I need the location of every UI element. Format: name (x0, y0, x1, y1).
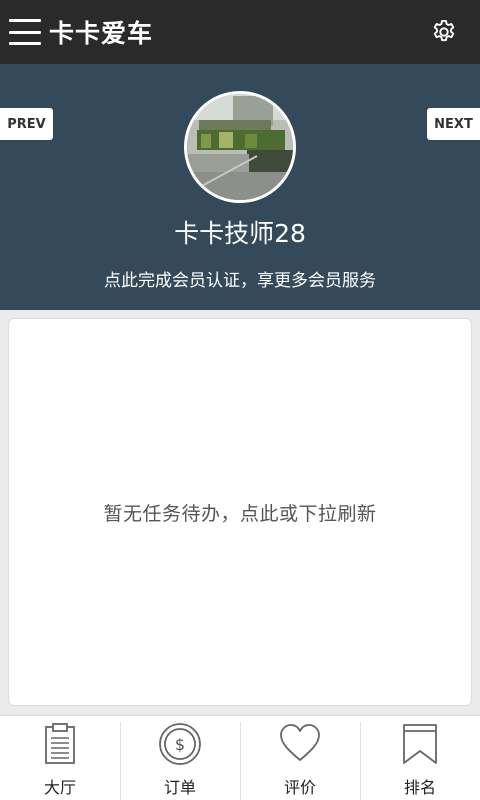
dollar-coin-icon: $ (159, 723, 201, 765)
tab-reviews[interactable]: 评价 (240, 716, 360, 800)
tab-label-ranking: 排名 (403, 778, 436, 797)
member-verification-link[interactable]: 点此完成会员认证，享更多会员服务 (0, 266, 480, 291)
svg-text:$: $ (175, 735, 185, 754)
technician-name: 卡卡技师28 (174, 219, 306, 248)
avatar-photo (187, 94, 293, 200)
tab-orders[interactable]: $ 订单 (120, 716, 240, 800)
avatar[interactable] (184, 91, 296, 203)
next-button[interactable]: NEXT (427, 108, 480, 140)
tab-ranking[interactable]: 排名 (360, 716, 480, 800)
profile-banner: PREV NEXT 卡卡技师28 点此完成会员认证，享更多会员服务 (0, 64, 480, 310)
task-list-empty-state[interactable]: 暂无任务待办，点此或下拉刷新 (8, 318, 472, 706)
gear-icon[interactable] (430, 18, 458, 46)
prev-button[interactable]: PREV (0, 108, 53, 140)
bottom-tab-bar: 大厅 $ 订单 评价 排名 (0, 715, 480, 800)
tab-label-hall: 大厅 (43, 778, 76, 797)
tab-label-orders: 订单 (163, 778, 196, 797)
bookmark-icon (403, 724, 437, 764)
app-title: 卡卡爱车 (49, 19, 154, 48)
tab-label-reviews: 评价 (283, 778, 316, 797)
clipboard-icon (45, 723, 75, 764)
top-app-bar: 卡卡爱车 (0, 0, 480, 64)
empty-task-message: 暂无任务待办，点此或下拉刷新 (103, 502, 377, 525)
menu-icon[interactable] (9, 19, 41, 45)
tab-hall[interactable]: 大厅 (0, 716, 120, 800)
heart-icon (280, 724, 320, 761)
